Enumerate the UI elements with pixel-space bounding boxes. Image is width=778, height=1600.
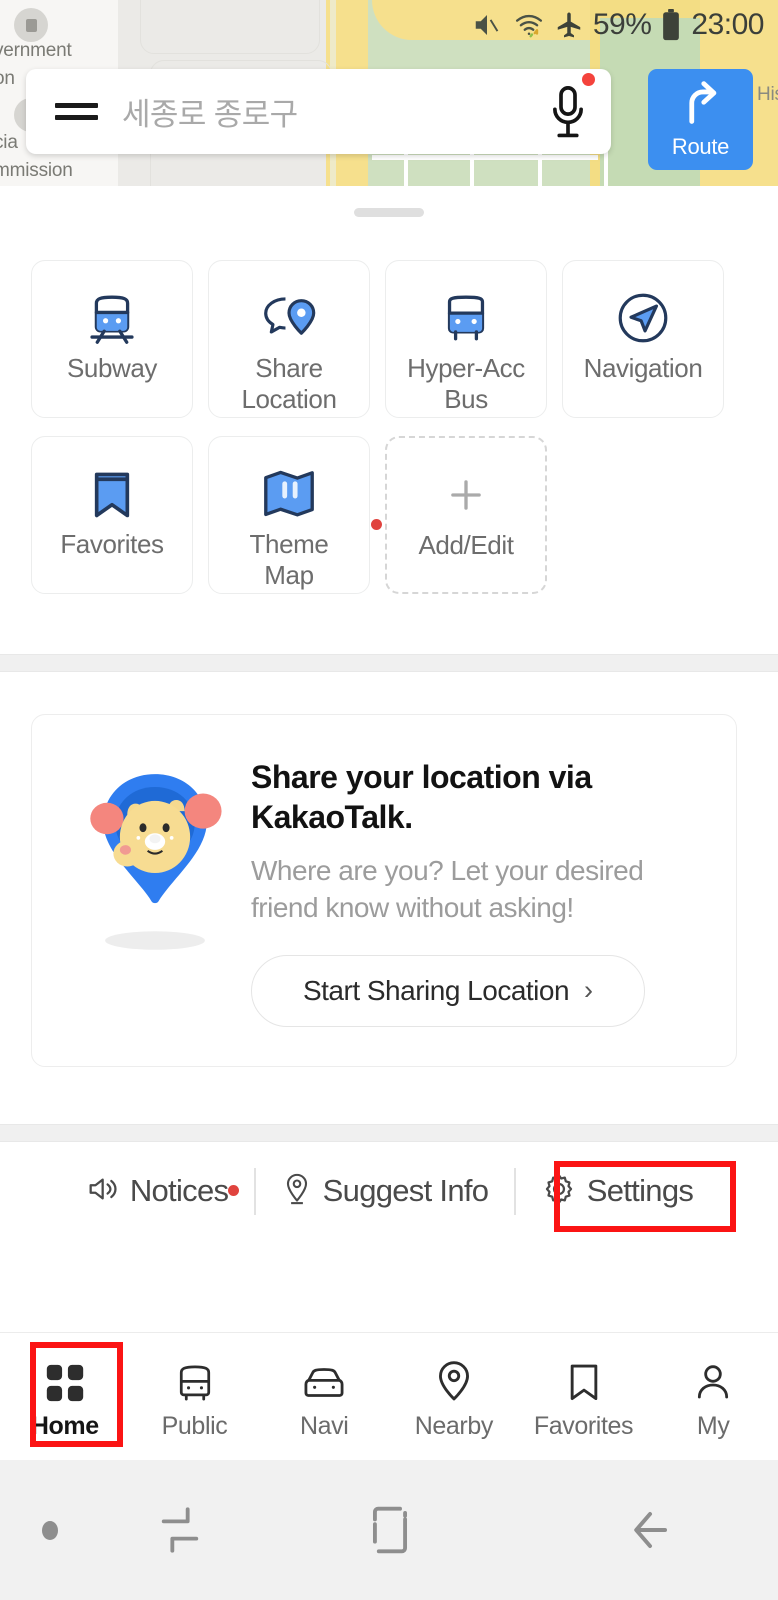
link-label: Settings xyxy=(586,1173,694,1208)
tab-public[interactable]: Public xyxy=(130,1353,260,1441)
route-button-label: Route xyxy=(671,134,730,159)
search-input[interactable]: 세종로 종로구 xyxy=(122,89,525,134)
utility-link-bar: Notices Suggest Info Settings xyxy=(0,1149,778,1233)
tab-favorites[interactable]: Favorites xyxy=(519,1353,649,1441)
status-bar: 59% 23:00 xyxy=(418,0,778,50)
bookmark-icon xyxy=(89,465,135,523)
theme-map-new-badge xyxy=(371,519,382,530)
map-pin-icon xyxy=(435,1357,473,1403)
bus-icon xyxy=(439,289,493,347)
car-front-icon xyxy=(301,1357,347,1403)
subway-train-icon xyxy=(84,289,140,347)
megaphone-icon xyxy=(85,1173,119,1210)
tab-label: Home xyxy=(30,1411,99,1440)
navigation-compass-icon xyxy=(615,289,671,347)
map-label: vernment xyxy=(0,40,72,61)
tab-label: Nearby xyxy=(414,1411,494,1440)
shortcut-favorites[interactable]: Favorites xyxy=(31,436,193,594)
kakao-ryan-character-map-pin xyxy=(62,757,247,959)
shortcut-label: Navigation xyxy=(583,353,703,383)
notices-link[interactable]: Notices xyxy=(59,1173,254,1210)
dot-indicator[interactable] xyxy=(0,1520,100,1540)
map-poi-marker xyxy=(14,8,48,42)
shortcut-label: Add/Edit xyxy=(418,530,514,560)
kakaotalk-share-promo-card[interactable]: Share your location via KakaoTalk. Where… xyxy=(31,714,737,1067)
clock-label: 23:00 xyxy=(691,8,764,41)
shortcut-label: Theme Map xyxy=(249,529,329,590)
shortcut-label: Favorites xyxy=(60,529,164,559)
promo-title: Share your location via KakaoTalk. xyxy=(251,759,592,836)
shortcut-theme-map[interactable]: Theme Map xyxy=(208,436,382,594)
bottom-sheet: Subway Share Location Hyper-Acc Bus Navi… xyxy=(0,186,778,1332)
plus-icon xyxy=(445,466,487,524)
map-label: on xyxy=(0,68,15,89)
sheet-drag-handle[interactable] xyxy=(354,208,424,217)
tab-label: My xyxy=(696,1411,730,1440)
shortcut-add-edit[interactable]: Add/Edit xyxy=(385,436,547,594)
folded-map-icon xyxy=(261,465,317,523)
shortcut-label: Share Location xyxy=(241,353,337,414)
battery-icon xyxy=(660,9,682,41)
cta-label: Start Sharing Location xyxy=(302,974,570,1006)
tab-label: Public xyxy=(161,1411,228,1440)
tab-label: Favorites xyxy=(533,1411,634,1440)
app-screen: vernment on cia mmission His xyxy=(0,0,778,1600)
chevron-right-icon: › xyxy=(584,975,594,1006)
microphone-icon[interactable] xyxy=(525,72,611,140)
promo-text-block: Share your location via KakaoTalk. Where… xyxy=(247,757,710,1027)
bus-front-icon xyxy=(173,1357,217,1403)
tab-nearby[interactable]: Nearby xyxy=(389,1353,519,1441)
person-icon xyxy=(693,1357,733,1403)
tab-navi[interactable]: Navi xyxy=(259,1353,389,1441)
link-label: Suggest Info xyxy=(322,1173,489,1208)
shortcut-subway[interactable]: Subway xyxy=(31,260,193,418)
shortcut-share-location[interactable]: Share Location xyxy=(208,260,370,418)
shortcut-grid: Subway Share Location Hyper-Acc Bus Navi… xyxy=(31,260,747,594)
turn-right-arrow-icon xyxy=(678,79,724,132)
split-screen-icon[interactable] xyxy=(100,1503,260,1557)
wifi-icon xyxy=(513,10,545,40)
mic-notification-badge xyxy=(582,72,595,86)
airplane-mode-icon xyxy=(554,10,584,40)
suggest-info-link[interactable]: Suggest Info xyxy=(256,1172,515,1211)
gear-icon xyxy=(542,1172,576,1211)
tab-home[interactable]: Home xyxy=(0,1353,130,1441)
search-bar[interactable]: 세종로 종로구 xyxy=(26,69,611,154)
tab-label: Navi xyxy=(299,1411,349,1440)
tab-my[interactable]: My xyxy=(648,1353,778,1441)
bookmark-outline-icon xyxy=(565,1357,603,1403)
back-arrow-icon[interactable] xyxy=(519,1502,778,1558)
battery-percent-label: 59% xyxy=(592,8,652,41)
share-location-chat-pin-icon xyxy=(259,289,319,347)
map-label: cia xyxy=(0,132,18,153)
route-button[interactable]: Route xyxy=(648,69,753,170)
notices-new-badge xyxy=(228,1184,240,1196)
section-divider xyxy=(0,654,778,672)
android-system-navigation-bar xyxy=(0,1460,778,1600)
map-label: His xyxy=(757,84,778,105)
shortcut-navigation[interactable]: Navigation xyxy=(562,260,724,418)
recents-square-icon[interactable] xyxy=(260,1501,519,1559)
map-label: mmission xyxy=(0,160,73,181)
shortcut-hyper-acc-bus[interactable]: Hyper-Acc Bus xyxy=(385,260,547,418)
shortcut-label: Subway xyxy=(66,353,158,383)
hamburger-menu-icon[interactable] xyxy=(40,103,112,120)
grid-squares-icon xyxy=(45,1357,85,1403)
location-pin-icon xyxy=(282,1172,312,1211)
promo-subtitle: Where are you? Let your desired friend k… xyxy=(251,854,644,923)
mute-icon xyxy=(470,10,504,40)
link-label: Notices xyxy=(129,1173,229,1208)
shortcut-label: Hyper-Acc Bus xyxy=(407,353,525,414)
section-divider xyxy=(0,1124,778,1142)
start-sharing-location-button[interactable]: Start Sharing Location › xyxy=(251,954,645,1027)
bottom-tab-bar: Home Public Navi Nearby Favorites My xyxy=(0,1332,778,1460)
settings-link[interactable]: Settings xyxy=(516,1172,719,1211)
